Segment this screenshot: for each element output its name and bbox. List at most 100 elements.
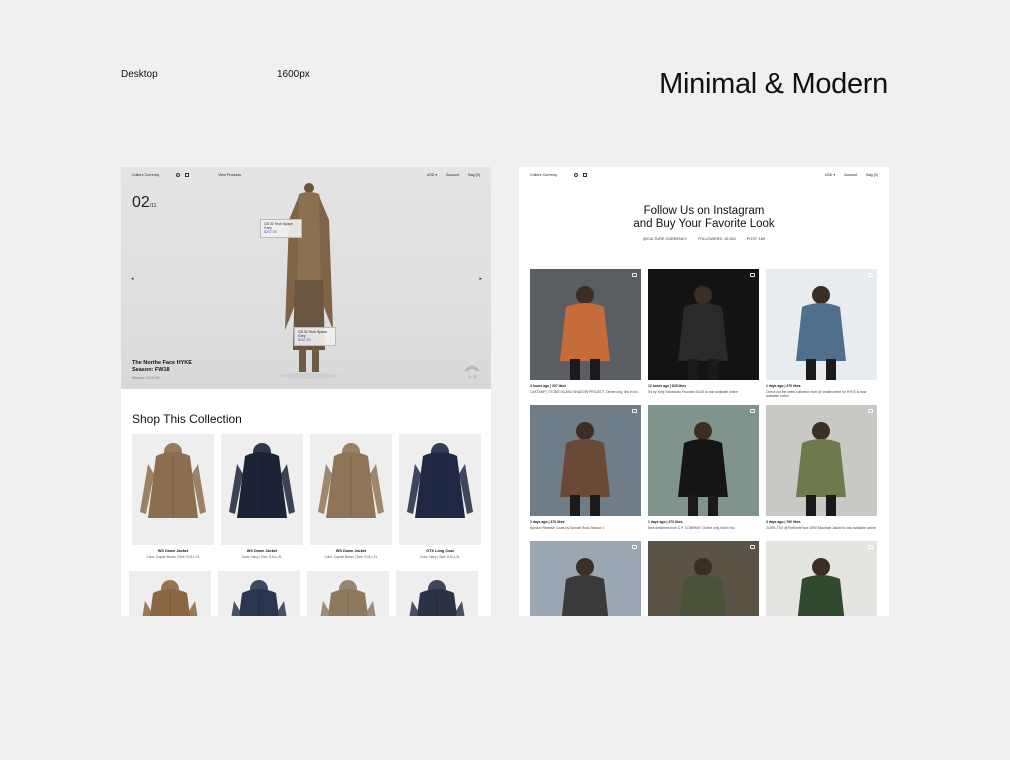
instagram-post[interactable] <box>530 541 641 616</box>
followers-count: FOLLOWERS: 10,253 <box>698 237 736 241</box>
product-image[interactable] <box>221 434 303 545</box>
instagram-heading: Follow Us on Instagram and Buy Your Favo… <box>633 205 775 230</box>
section-title: Shop This Collection <box>132 412 242 426</box>
product-image[interactable] <box>218 571 300 616</box>
instagram-post[interactable]: 3 hours ago | 207 likes CAKTAMP | STONE I… <box>530 269 641 394</box>
product-image[interactable] <box>396 571 478 616</box>
instagram-camera-icon <box>868 545 873 549</box>
search-icon[interactable] <box>176 173 181 177</box>
product-name: WS Down Jacket <box>335 549 367 553</box>
instagram-camera-icon <box>632 545 637 549</box>
instagram-photo[interactable] <box>648 541 759 616</box>
instagram-camera-icon <box>632 273 637 277</box>
post-caption: Check out the latest collection from @ s… <box>766 389 867 398</box>
instagram-photo[interactable] <box>766 405 877 516</box>
product-meta: Color: Navy | Size: S,M,L,XL <box>419 555 461 559</box>
instagram-stats: @CULTURE CURRENCY FOLLOWERS: 10,253 POST… <box>519 237 889 241</box>
bag-link[interactable]: Bag (0) <box>468 173 480 177</box>
product-image[interactable] <box>129 571 211 616</box>
search-icon[interactable] <box>574 173 579 177</box>
product-card[interactable] <box>218 571 300 616</box>
instagram-photo[interactable] <box>648 405 759 516</box>
hero-caption: The Northe Face HYKE Season: FW18 <box>132 360 192 373</box>
currency-select[interactable]: USD ▾ <box>825 173 835 177</box>
product-card[interactable]: GTX Long Coat Color: Navy | Size: S,M,L,X… <box>399 434 481 559</box>
desktop-product-page: 02/11 ◂ ▸ CB 02 Tech Space Grey $247.00 … <box>121 167 491 616</box>
product-image[interactable] <box>310 434 392 545</box>
product-name: WS Down Jacket <box>246 549 278 553</box>
model-image <box>279 183 339 379</box>
instagram-camera-icon <box>750 545 755 549</box>
instagram-camera-icon <box>750 409 755 413</box>
product-meta: Color: Coyote Brown | Size: S,M,L,XL <box>146 555 200 559</box>
instagram-photo[interactable] <box>766 541 877 616</box>
instagram-feed-page: Culture Currency USD ▾ Account Bag (0) F… <box>519 167 889 616</box>
brand-link[interactable]: Culture Currency <box>530 173 557 177</box>
product-card[interactable] <box>129 571 211 616</box>
instagram-photo[interactable] <box>766 269 877 380</box>
instagram-photo[interactable] <box>648 269 759 380</box>
next-arrow-icon[interactable]: ▸ <box>479 276 482 282</box>
product-meta: Color: Coyote Brown | Size: S,M,L,XL <box>324 555 378 559</box>
instagram-handle[interactable]: @CULTURE CURRENCY <box>643 237 687 241</box>
product-image[interactable] <box>132 434 214 545</box>
instagram-post[interactable]: 1 days ago | 370 likes Special 'Release' … <box>530 405 641 530</box>
product-image[interactable] <box>307 571 389 616</box>
slide-counter: 02/11 <box>132 194 157 211</box>
menu-icon[interactable] <box>185 173 190 177</box>
instagram-photo[interactable] <box>530 269 641 380</box>
product-card[interactable] <box>307 571 389 616</box>
view-products-link[interactable]: View Products <box>218 173 241 177</box>
product-name: GTX Long Coat <box>426 549 454 553</box>
bag-link[interactable]: Bag (0) <box>866 173 878 177</box>
instagram-camera-icon <box>868 273 873 277</box>
post-caption: It's by Yohji Yamamoto Pour.aes 03/18 is… <box>648 389 738 394</box>
post-meta: 3 days ago | 760 likes <box>766 520 801 524</box>
post-caption: Special 'Release' Coats by Samuel Ross S… <box>530 525 605 530</box>
product-name: WS Down Jacket <box>157 549 189 553</box>
page-indicator: 4 / 11 <box>468 375 478 379</box>
instagram-post[interactable] <box>766 541 877 616</box>
device-label: Desktop <box>121 69 158 80</box>
hero-date: Season: 10.09.18 <box>132 376 160 380</box>
post-caption: GORE-TEX @TheNorthFace 1990 Mountain Jac… <box>766 525 876 530</box>
product-card[interactable]: WS Down Jacket Color: Coyote Brown | Size… <box>310 434 392 559</box>
instagram-post[interactable]: 1 days ago | 370 likes New deliveries fro… <box>648 405 759 530</box>
post-meta: 1 days ago | 370 likes <box>766 384 801 388</box>
width-label: 1600px <box>277 69 310 80</box>
instagram-camera-icon <box>868 409 873 413</box>
product-meta: Color: Navy | Size: S,M,L,XL <box>241 555 283 559</box>
instagram-photo[interactable] <box>530 405 641 516</box>
north-face-logo-icon <box>464 366 480 372</box>
instagram-camera-icon <box>750 273 755 277</box>
instagram-post[interactable]: 1 days ago | 370 likes Check out the late… <box>766 269 877 398</box>
post-meta: 1 days ago | 370 likes <box>648 520 683 524</box>
product-card[interactable] <box>396 571 478 616</box>
post-meta: 12 hours ago | 825 likes <box>648 384 687 388</box>
instagram-photo[interactable] <box>530 541 641 616</box>
product-tag[interactable]: CB 02 Tech Space Grey $247.00 <box>260 219 302 238</box>
post-meta: 1 days ago | 370 likes <box>530 520 565 524</box>
post-meta: 3 hours ago | 207 likes <box>530 384 567 388</box>
prev-arrow-icon[interactable]: ◂ <box>131 276 134 282</box>
instagram-post[interactable] <box>648 541 759 616</box>
instagram-post[interactable]: 12 hours ago | 825 likes It's by Yohji Ya… <box>648 269 759 394</box>
product-tag[interactable]: CB 02 Tech Space Grey $247.00 <box>294 327 336 346</box>
post-caption: New deliveries from C.P. COMPANY. Online… <box>648 525 736 530</box>
product-card[interactable]: WS Down Jacket Color: Navy | Size: S,M,L,… <box>221 434 303 559</box>
top-nav: Culture Currency View Products USD ▾ Acc… <box>121 167 491 183</box>
account-link[interactable]: Account <box>844 173 857 177</box>
page-title: Minimal & Modern <box>659 68 888 100</box>
top-nav: Culture Currency USD ▾ Account Bag (0) <box>519 167 889 183</box>
instagram-post[interactable]: 3 days ago | 760 likes GORE-TEX @TheNorth… <box>766 405 877 530</box>
instagram-camera-icon <box>632 409 637 413</box>
product-card[interactable]: WS Down Jacket Color: Coyote Brown | Size… <box>132 434 214 559</box>
brand-link[interactable]: Culture Currency <box>132 173 159 177</box>
post-caption: CAKTAMP | STONE ISLAND SHADOW PROJECT. O… <box>530 389 639 394</box>
hero-banner: 02/11 ◂ ▸ CB 02 Tech Space Grey $247.00 … <box>121 167 491 389</box>
account-link[interactable]: Account <box>446 173 459 177</box>
menu-icon[interactable] <box>583 173 588 177</box>
posts-count: POST: 169 <box>746 237 766 241</box>
product-image[interactable] <box>399 434 481 545</box>
currency-select[interactable]: USD ▾ <box>427 173 437 177</box>
